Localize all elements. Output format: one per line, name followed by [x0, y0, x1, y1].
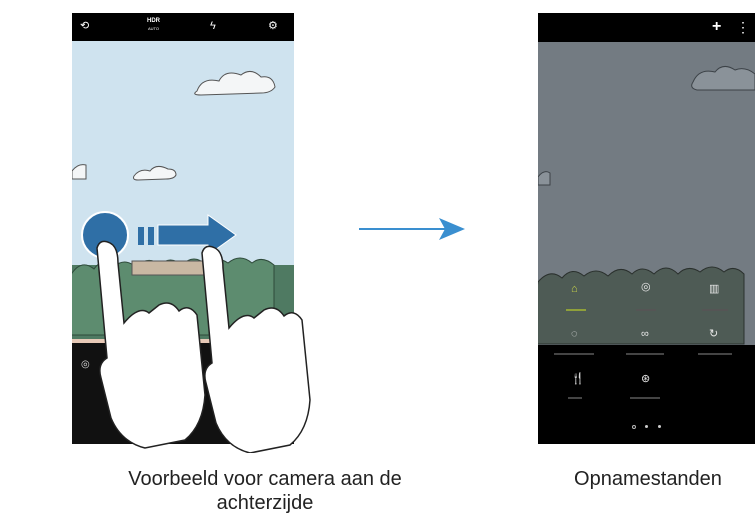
selective-focus-icon[interactable]: ◌: [571, 328, 578, 340]
mode-label-placeholder: [630, 397, 660, 399]
modes-top-bar: + ⋮: [538, 13, 755, 42]
left-caption-line1: Voorbeeld voor camera aan de: [128, 468, 402, 490]
page-indicator-dot[interactable]: [658, 425, 661, 428]
swipe-gesture-illustration: [81, 211, 311, 453]
shooting-modes-screen: + ⋮ ⌂ ◎ ▥ ◌ ∞ ↻ 🍴 ⊛: [538, 13, 755, 444]
transition-arrow-icon: [359, 218, 465, 240]
food-mode-icon[interactable]: 🍴: [571, 373, 585, 385]
auto-mode-icon[interactable]: ⌂: [571, 283, 578, 295]
panorama-mode-icon[interactable]: ▥: [709, 283, 719, 295]
mode-label-placeholder: [568, 397, 582, 399]
left-caption-line2: achterzijde: [216, 492, 314, 514]
page-indicator-dot[interactable]: [645, 425, 648, 428]
virtual-shot-icon[interactable]: ⊛: [641, 373, 650, 385]
dimmed-scene-illustration: [538, 66, 755, 345]
left-caption: Voorbeeld voor camera aan de achterzijde: [120, 467, 410, 515]
hyperlapse-icon[interactable]: ↻: [709, 328, 718, 340]
right-caption: Opnamestanden: [574, 468, 722, 490]
modes-panel-bottom: [538, 345, 755, 444]
slow-motion-icon[interactable]: ∞: [641, 328, 649, 340]
mode-label-placeholder: [626, 353, 664, 355]
mode-label-placeholder: [566, 309, 586, 311]
add-mode-icon[interactable]: +: [712, 18, 721, 36]
page-indicator-dot[interactable]: [632, 425, 636, 429]
more-options-icon[interactable]: ⋮: [736, 19, 750, 36]
pro-mode-icon[interactable]: ◎: [641, 281, 651, 293]
mode-label-placeholder: [702, 309, 728, 311]
mode-label-placeholder: [636, 309, 656, 311]
mode-label-placeholder: [554, 353, 594, 355]
mode-label-placeholder: [698, 353, 732, 355]
